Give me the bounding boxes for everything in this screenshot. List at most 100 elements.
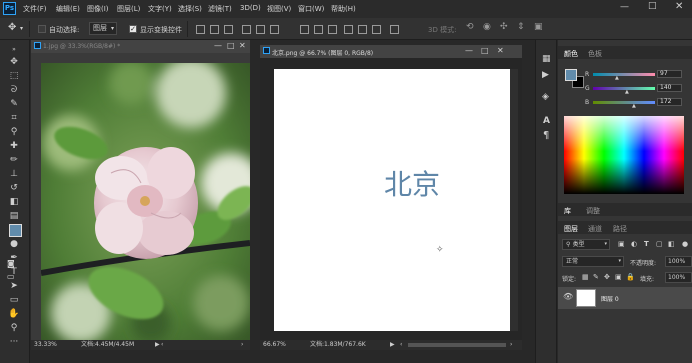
lock-artboard-icon[interactable]: ▣ [615,273,622,281]
history-brush-tool-icon[interactable]: ↺ [7,182,21,194]
align-right-icon[interactable] [270,25,279,34]
marquee-tool-icon[interactable]: ⬚ [7,70,21,82]
opacity-field[interactable]: 100% [665,256,692,267]
status-arrow-icon[interactable]: ▶ [155,340,160,350]
chevron-down-icon[interactable]: ▾ [20,25,23,32]
auto-select-checkbox[interactable] [38,25,46,33]
scroll-right-icon[interactable]: › [241,340,243,350]
close-icon[interactable]: ✕ [239,41,246,50]
quick-mask-icon[interactable]: ◙ [7,259,15,268]
3d-roll-icon[interactable]: ◉ [483,22,491,32]
minimize-icon[interactable]: — [214,41,222,50]
tab-layers[interactable]: 图层 [564,224,578,234]
filter-toggle-icon[interactable]: ● [682,240,688,248]
close-icon[interactable]: ✕ [497,46,504,55]
eraser-tool-icon[interactable]: ◧ [7,196,21,208]
menu-window[interactable]: 窗口(W) [298,4,324,14]
menu-edit[interactable]: 编辑(E) [56,4,80,14]
zoom-tool-icon[interactable]: ⚲ [7,322,21,334]
lasso-tool-icon[interactable]: ᘐ [7,84,21,96]
menu-select[interactable]: 选择(S) [178,4,202,14]
distribute-hcenter-icon[interactable] [358,25,367,34]
menu-help[interactable]: 帮助(H) [331,4,356,14]
menu-3d[interactable]: 3D(D) [240,4,261,12]
maximize-icon[interactable]: □ [481,46,489,55]
tab-libraries[interactable]: 库 [564,206,571,216]
r-slider-thumb-icon[interactable]: ▲ [615,75,619,81]
fill-field[interactable]: 100% [665,272,692,283]
tab-paths[interactable]: 路径 [613,224,627,234]
filter-adjustment-icon[interactable]: ◐ [631,240,637,248]
dodge-tool-icon[interactable]: ● [7,238,21,250]
tab-channels[interactable]: 通道 [588,224,602,234]
tab-adjustments[interactable]: 调整 [586,206,600,216]
minimize-icon[interactable]: — [620,2,629,12]
properties-panel-icon[interactable]: ◈ [542,92,549,102]
collapse-icon[interactable]: » [7,44,21,56]
gradient-tool-icon[interactable]: ▤ [7,210,21,222]
tab-swatches[interactable]: 色板 [588,49,602,59]
zoom-readout[interactable]: 33.33% [34,340,57,350]
move-tool-icon[interactable]: ✥ [8,22,16,33]
maximize-icon[interactable]: □ [648,1,657,11]
b-value-field[interactable]: 172 [657,98,682,106]
show-transform-checkbox[interactable]: ✓ [129,25,137,33]
lock-pixels-icon[interactable]: ✎ [593,273,599,281]
3d-slide-icon[interactable]: ⇕ [517,22,525,32]
g-slider-thumb-icon[interactable]: ▲ [625,89,629,95]
menu-view[interactable]: 视图(V) [267,4,291,14]
filter-smart-icon[interactable]: ◧ [668,240,675,248]
distribute-bottom-icon[interactable] [328,25,337,34]
menu-type[interactable]: 文字(Y) [148,4,172,14]
foreground-color-swatch[interactable] [9,224,22,237]
color-spectrum[interactable] [564,116,684,194]
menu-file[interactable]: 文件(F) [23,4,47,14]
distribute-vcenter-icon[interactable] [314,25,323,34]
distribute-right-icon[interactable] [372,25,381,34]
align-left-icon[interactable] [242,25,251,34]
filter-type-icon[interactable]: T [644,240,649,248]
minimize-icon[interactable]: — [465,46,473,55]
filter-shape-icon[interactable]: ▢ [656,240,663,248]
3d-scale-icon[interactable]: ▣ [534,22,543,32]
actions-panel-icon[interactable]: ▶ [542,70,549,80]
filter-pixel-icon[interactable]: ▣ [618,240,625,248]
horizontal-scrollbar[interactable] [408,343,506,347]
b-slider[interactable] [593,101,655,104]
vertical-scrollbar[interactable] [510,69,518,331]
g-value-field[interactable]: 140 [657,84,682,92]
paragraph-panel-icon[interactable]: ¶ [543,130,549,141]
shape-tool-icon[interactable]: ▭ [7,294,21,306]
menu-image[interactable]: 图像(I) [87,4,109,14]
lock-position-icon[interactable]: ✥ [604,273,610,281]
quick-select-tool-icon[interactable]: ✎ [7,98,21,110]
maximize-icon[interactable]: □ [227,41,235,50]
align-hcenter-icon[interactable] [256,25,265,34]
history-panel-icon[interactable]: ▦ [542,54,551,64]
screen-mode-icon[interactable]: ▭ [7,272,15,281]
layer-row[interactable]: 👁 图层 0 [558,287,692,309]
lock-transparent-icon[interactable]: ▦ [582,273,589,281]
move-tool-icon[interactable]: ✥ [7,56,21,68]
menu-layer[interactable]: 图层(L) [117,4,140,14]
foreground-color-swatch[interactable] [565,69,577,81]
status-arrow-icon[interactable]: ▶ [390,340,395,350]
close-icon[interactable]: ✕ [675,1,683,12]
r-slider[interactable] [593,73,655,76]
auto-align-icon[interactable] [390,25,399,34]
eyedropper-tool-icon[interactable]: ⚲ [7,126,21,138]
canvas[interactable]: 北京 ✧ [274,69,510,331]
eye-icon[interactable]: 👁 [563,292,573,301]
distribute-top-icon[interactable] [300,25,309,34]
path-select-tool-icon[interactable]: ➤ [7,280,21,292]
align-bottom-icon[interactable] [224,25,233,34]
align-vcenter-icon[interactable] [210,25,219,34]
lock-all-icon[interactable]: 🔒 [626,273,635,281]
align-top-icon[interactable] [196,25,205,34]
scroll-left-icon[interactable]: ‹ [400,340,402,350]
3d-rotate-icon[interactable]: ⟲ [466,22,474,32]
hand-tool-icon[interactable]: ✋ [7,308,21,320]
document-tab-1[interactable]: 1.jpg @ 33.3%(RGB/8#) * — □ ✕ [31,40,250,53]
clone-stamp-tool-icon[interactable]: ⊥ [7,168,21,180]
more-tools-icon[interactable]: ··· [7,336,21,348]
